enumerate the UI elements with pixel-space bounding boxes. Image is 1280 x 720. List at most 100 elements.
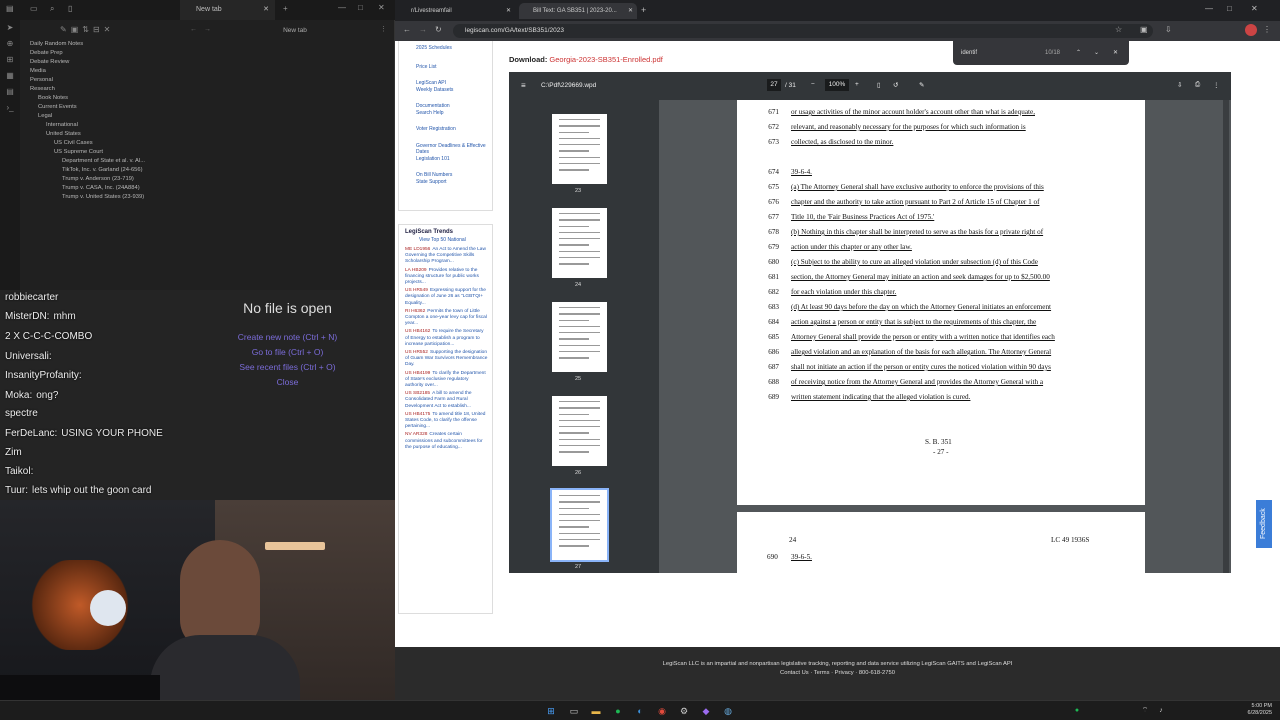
go-to-file-link[interactable]: Go to file (Ctrl + O) [180, 347, 395, 357]
trend-bill-id[interactable]: LA HB209 [405, 268, 427, 273]
tree-item[interactable]: Legal [22, 112, 178, 121]
templates-icon[interactable]: ▤ [0, 84, 20, 100]
task-view-icon[interactable]: ▭ [567, 704, 581, 718]
more-icon[interactable]: ⋮ [1213, 81, 1220, 89]
trend-bill-id[interactable]: NV AR328 [405, 432, 427, 437]
tray-spotify-icon[interactable]: ● [1070, 704, 1084, 718]
start-icon[interactable]: ⊞ [544, 704, 558, 718]
spotify-icon[interactable]: ● [611, 704, 625, 718]
tree-item[interactable]: Research [22, 85, 178, 94]
trend-item[interactable]: US HB4175 To amend title 18, United State… [405, 412, 488, 431]
new-note-icon[interactable]: ✎ [60, 25, 71, 34]
trend-item[interactable]: US HB4162 To require the Secretary of Ene… [405, 329, 488, 348]
obsidian-tab[interactable]: New tab ✕ [180, 0, 275, 20]
close-link[interactable]: Close [180, 377, 395, 387]
reload-icon[interactable]: ↻ [435, 25, 442, 34]
close-window-icon[interactable]: ✕ [1251, 4, 1258, 13]
edge-icon[interactable]: ◐ [633, 704, 647, 718]
trend-item[interactable]: ME LD1956 An Act to Amend the Law Governi… [405, 247, 488, 266]
tree-item[interactable]: TikTok, Inc. v. Garland (24-656) [22, 166, 178, 175]
tree-item[interactable]: US Civil Cases [22, 139, 178, 148]
tree-item[interactable]: Trump v. United States (23-939) [22, 193, 178, 202]
pdf-thumbnail[interactable] [550, 488, 609, 562]
collapse-all-icon[interactable]: ✕ [104, 25, 115, 34]
fit-page-icon[interactable]: ▯ [877, 81, 881, 89]
pdf-thumbnail[interactable] [552, 208, 607, 278]
new-folder-icon[interactable]: ▣ [71, 25, 83, 34]
tree-item[interactable]: US Supreme Court [22, 148, 178, 157]
side-nav-link[interactable]: Price List [416, 64, 492, 71]
trend-item[interactable]: US HB4199 To clarify the Department of St… [405, 371, 488, 390]
sort-icon[interactable]: ⇅ [82, 25, 93, 34]
tree-item[interactable]: Media [22, 67, 178, 76]
pdf-thumbnail[interactable] [552, 396, 607, 466]
bookmark-icon[interactable]: ▯ [68, 4, 72, 13]
side-nav-link[interactable]: State Support [416, 179, 492, 186]
download-icon[interactable]: ⇩ [1177, 81, 1182, 89]
forward-icon[interactable]: → [419, 25, 427, 34]
add-tab-icon[interactable]: + [283, 4, 288, 13]
back-icon[interactable]: ← [403, 25, 411, 34]
maximize-icon[interactable]: □ [1227, 4, 1232, 13]
annotate-icon[interactable]: ✎ [919, 81, 924, 89]
create-note-link[interactable]: Create new note (Ctrl + N) [180, 332, 395, 342]
minimize-icon[interactable]: — [338, 3, 346, 12]
page-number-input[interactable]: 27 [767, 79, 781, 91]
side-nav-link[interactable]: Weekly Datasets [416, 87, 492, 94]
tree-item[interactable]: Department of State et al. v. Al... [22, 157, 178, 166]
side-nav-link[interactable]: 2025 Schedules [416, 45, 492, 52]
tree-item[interactable]: International [22, 121, 178, 130]
side-nav-link[interactable]: Search Help [416, 110, 492, 117]
trend-item[interactable]: LA HB209 Provides relative to the financi… [405, 268, 488, 287]
tree-item[interactable]: Book Notes [22, 94, 178, 103]
tree-item[interactable]: Debate Prep [22, 49, 178, 58]
trend-bill-id[interactable]: US HR549 [405, 288, 428, 293]
trend-item[interactable]: US SB2185 A bill to amend the Consolidate… [405, 391, 488, 410]
trend-bill-id[interactable]: US SB2185 [405, 391, 430, 396]
search-icon[interactable]: ⌕ [50, 4, 54, 14]
print-icon[interactable]: ⎙ [1195, 81, 1200, 89]
calendar-icon[interactable]: ▦ [0, 68, 20, 84]
zoom-out-icon[interactable]: − [811, 81, 815, 88]
find-next-icon[interactable]: ⌄ [1094, 49, 1099, 56]
profile-avatar[interactable] [1245, 24, 1257, 36]
wifi-icon[interactable]: ⌔ [1138, 704, 1152, 718]
canvas-icon[interactable]: ⊞ [0, 52, 20, 68]
trend-bill-id[interactable]: RI H6362 [405, 309, 425, 314]
trends-top50-link[interactable]: View Top 50 National [419, 237, 492, 243]
trend-item[interactable]: US HR552 Supporting the designation of Gu… [405, 350, 488, 369]
zoom-in-icon[interactable]: + [855, 81, 859, 88]
tree-item[interactable]: Daily Random Notes [22, 40, 178, 49]
tree-item[interactable]: Personal [22, 76, 178, 85]
star-icon[interactable]: ☆ [1115, 25, 1122, 34]
sidebar-toggle-icon[interactable]: ▤ [6, 4, 14, 13]
tree-item[interactable]: United States [22, 130, 178, 139]
side-nav-link[interactable]: Voter Registration [416, 126, 492, 133]
footer-links[interactable]: Contact Us · Terms · Privacy · 800-618-2… [395, 670, 1280, 676]
trend-bill-id[interactable]: ME LD1956 [405, 247, 430, 252]
app-icon[interactable]: ◍ [721, 704, 735, 718]
close-window-icon[interactable]: ✕ [378, 3, 385, 12]
rotate-icon[interactable]: ↺ [893, 81, 898, 89]
extension-icon[interactable]: ▣ [1140, 25, 1148, 34]
trend-item[interactable]: US HR549 Expressing support for the desig… [405, 288, 488, 307]
minimize-icon[interactable]: — [1205, 4, 1213, 13]
browser-tab-livestreamfail[interactable]: r/Livestreamfail ✕ [397, 3, 515, 19]
feedback-button[interactable]: Feedback [1256, 500, 1272, 548]
new-tab-icon[interactable]: + [641, 5, 646, 15]
volume-icon[interactable]: ♪ [1154, 704, 1168, 718]
downloads-icon[interactable]: ⇩ [1165, 25, 1172, 34]
graph-icon[interactable]: ⊕ [0, 36, 20, 52]
folder-icon[interactable]: ▭ [30, 4, 38, 13]
trend-item[interactable]: NV AR328 Creates certain commissions and … [405, 432, 488, 451]
url-field[interactable]: legiscan.com/GA/text/SB351/2023 [453, 24, 1153, 38]
terminal-icon[interactable]: ›_ [0, 100, 20, 116]
find-input[interactable]: identif [961, 50, 977, 56]
trend-item[interactable]: RI H6362 Permits the town of Little Compt… [405, 309, 488, 328]
navigate-icon[interactable]: ➤ [0, 20, 20, 36]
zoom-input[interactable]: 100% [825, 79, 849, 91]
browser-tab-bill-text[interactable]: Bill Text: GA SB351 | 2023-20... ✕ [519, 3, 637, 19]
trend-bill-id[interactable]: US HR552 [405, 350, 428, 355]
file-explorer-icon[interactable]: ▬ [589, 704, 603, 718]
pdf-thumbnail[interactable] [552, 114, 607, 184]
